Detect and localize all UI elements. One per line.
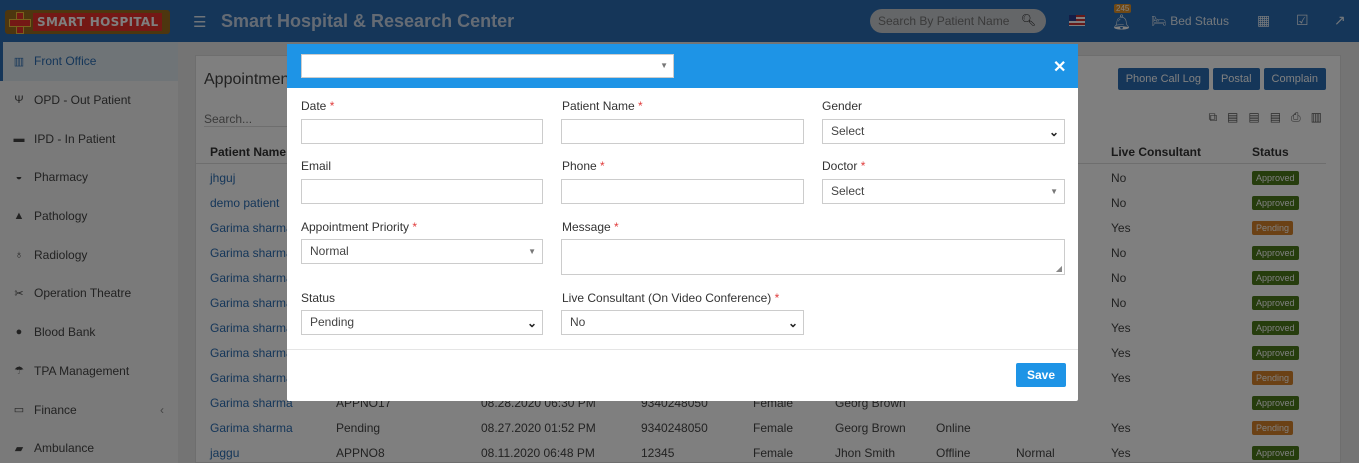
date-input[interactable]: [301, 119, 543, 144]
caret-down-icon: ▼: [1050, 187, 1058, 196]
email-input[interactable]: [301, 179, 543, 204]
modal-footer: [287, 349, 1078, 350]
live-consultant-select-value: No: [570, 315, 586, 329]
doctor-select[interactable]: Select ▼: [822, 179, 1065, 204]
status-select-value: Pending: [310, 315, 355, 329]
message-label: Message *: [562, 220, 619, 234]
live-consultant-label: Live Consultant (On Video Conference) *: [562, 291, 780, 305]
patient-name-label: Patient Name *: [562, 99, 643, 113]
caret-down-icon: ▼: [528, 247, 536, 256]
phone-label: Phone *: [562, 159, 605, 173]
phone-input[interactable]: [561, 179, 804, 204]
add-appointment-modal: ▼ ✕ Date * Patient Name * Gender Select …: [287, 44, 1078, 401]
priority-select-value: Normal: [310, 244, 349, 258]
save-button[interactable]: Save: [1016, 363, 1066, 387]
patient-select[interactable]: ▼: [301, 54, 674, 78]
priority-select[interactable]: Normal ▼: [301, 239, 543, 264]
chevron-down-icon: ⌄: [787, 316, 798, 330]
status-label: Status: [301, 291, 336, 305]
resize-handle-icon[interactable]: ◢: [1056, 264, 1062, 273]
gender-select[interactable]: Select ⌄: [822, 119, 1065, 144]
caret-down-icon: ▼: [660, 61, 668, 70]
doctor-label: Doctor *: [822, 159, 866, 173]
chevron-down-icon: ⌄: [526, 316, 537, 330]
status-select[interactable]: Pending ⌄: [301, 310, 543, 335]
doctor-select-value: Select: [831, 184, 865, 198]
close-icon[interactable]: ✕: [1053, 57, 1066, 77]
patient-name-input[interactable]: [561, 119, 804, 144]
live-consultant-select[interactable]: No ⌄: [561, 310, 804, 335]
message-textarea[interactable]: ◢: [561, 239, 1065, 275]
gender-select-value: Select: [831, 124, 865, 138]
date-label: Date *: [301, 99, 335, 113]
email-label: Email: [301, 159, 332, 173]
gender-label: Gender: [822, 99, 863, 113]
modal-header: ▼ ✕: [287, 44, 1078, 88]
priority-label: Appointment Priority *: [301, 220, 418, 234]
chevron-down-icon: ⌄: [1048, 125, 1059, 139]
